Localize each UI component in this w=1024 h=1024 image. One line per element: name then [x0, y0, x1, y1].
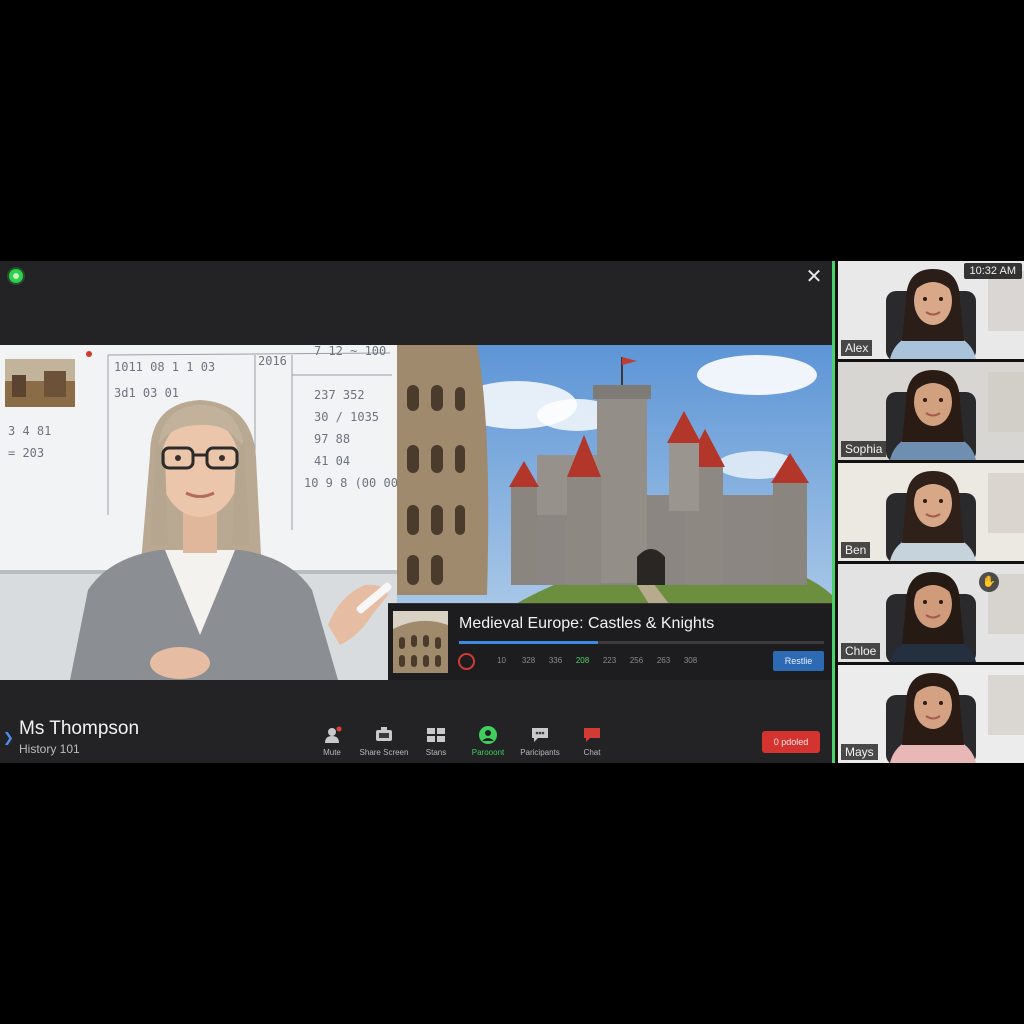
toolbar-label: Chat [583, 748, 601, 757]
whiteboard-text: 3d1 03 01 [114, 386, 179, 400]
whiteboard-text: 237 352 [314, 388, 365, 402]
clock: 10:32 AM [963, 263, 1022, 279]
share-screen-icon [374, 726, 394, 744]
whiteboard-text: 7 12 ~ 100 [314, 345, 386, 358]
presenter-name: Ms Thompson [19, 718, 140, 739]
person-icon [478, 726, 498, 744]
timeline-tick[interactable]: 223 [596, 656, 623, 665]
present-button[interactable]: Parooont [462, 726, 514, 762]
mic-icon [322, 726, 342, 744]
slide-timeline[interactable]: 10 328 336 208 223 256 263 308 [488, 656, 704, 665]
chat-button[interactable]: Chat [566, 726, 618, 762]
whiteboard-text: 10 9 8 (00 00) [304, 476, 397, 490]
presenter-info: ❯ Ms Thompson History 101 [0, 713, 260, 759]
toolbar-label: Stans [425, 748, 447, 757]
whiteboard-text: 97 88 [314, 432, 350, 446]
toolbar-label: Paricipants [520, 748, 560, 757]
whiteboard-text: = 203 [8, 446, 44, 460]
whiteboard-text: 41 04 [314, 454, 350, 468]
chat-icon [582, 726, 602, 744]
expand-arrow-icon[interactable]: ❯ [3, 730, 14, 746]
timeline-tick[interactable]: 263 [650, 656, 677, 665]
slide-info-bar: Medieval Europe: Castles & Knights 10 328… [388, 603, 832, 680]
participant-name: Alex [841, 340, 873, 356]
grid-icon [426, 726, 446, 744]
video-call-window: ✕ 2016 7 12 ~ 100 1011 08 1 1 03 237 352… [0, 261, 1024, 763]
toolbar-label: Parooont [471, 748, 505, 757]
participant-name: Chloe [841, 643, 881, 659]
whiteboard-text: 2016 [258, 354, 287, 368]
close-button[interactable]: ✕ [803, 266, 825, 288]
toolbar-label: Share Screen [359, 748, 409, 757]
share-button[interactable]: Share Screen [358, 726, 410, 762]
slide-action-button[interactable]: Restlie [773, 651, 824, 671]
timeline-tick[interactable]: 10 [488, 656, 515, 665]
slide-title: Medieval Europe: Castles & Knights [459, 615, 715, 632]
participant-name: Mays [841, 744, 878, 760]
participant-tile[interactable]: Ben [838, 463, 1024, 561]
timeline-tick[interactable]: 328 [515, 656, 542, 665]
participant-tile[interactable]: Sophia [838, 362, 1024, 460]
participant-tile[interactable]: Chloe ✋ [838, 564, 1024, 662]
raised-hand-icon: ✋ [979, 572, 999, 592]
whiteboard-text: 3 4 81 [8, 424, 51, 438]
presenter-video: 2016 7 12 ~ 100 1011 08 1 1 03 237 352 3… [0, 345, 397, 680]
slide-progress-bar[interactable] [459, 641, 824, 644]
timeline-tick[interactable]: 208 [569, 656, 596, 665]
connection-status-icon [9, 269, 23, 283]
stats-button[interactable]: Stans [410, 726, 462, 762]
presenter-subtitle: History 101 [19, 742, 80, 756]
toolbar-label: Mute [323, 748, 341, 757]
participants-button[interactable]: Paricipants [514, 726, 566, 762]
slide-progress-fill [459, 641, 598, 644]
whiteboard-text: 1011 08 1 1 03 [114, 360, 215, 374]
participants-panel: 10:32 AM Alex Sophia Ben Chloe ✋ Mays [832, 261, 1024, 763]
timeline-tick[interactable]: 256 [623, 656, 650, 665]
meeting-toolbar: Mute Share Screen Stans Parooont Paricipants… [306, 726, 618, 762]
main-stage: ✕ 2016 7 12 ~ 100 1011 08 1 1 03 237 352… [0, 261, 832, 763]
end-call-button[interactable]: 0 pdoled [762, 731, 820, 753]
slide-thumbnail[interactable] [393, 611, 448, 673]
mute-button[interactable]: Mute [306, 726, 358, 762]
whiteboard-text: 30 / 1035 [314, 410, 379, 424]
chat-bubble-icon [530, 726, 550, 744]
timeline-tick[interactable]: 308 [677, 656, 704, 665]
timeline-tick[interactable]: 336 [542, 656, 569, 665]
participant-name: Sophia [841, 441, 887, 457]
participant-name: Ben [841, 542, 871, 558]
participant-tile[interactable]: Mays [838, 665, 1024, 763]
record-icon[interactable] [458, 653, 475, 670]
